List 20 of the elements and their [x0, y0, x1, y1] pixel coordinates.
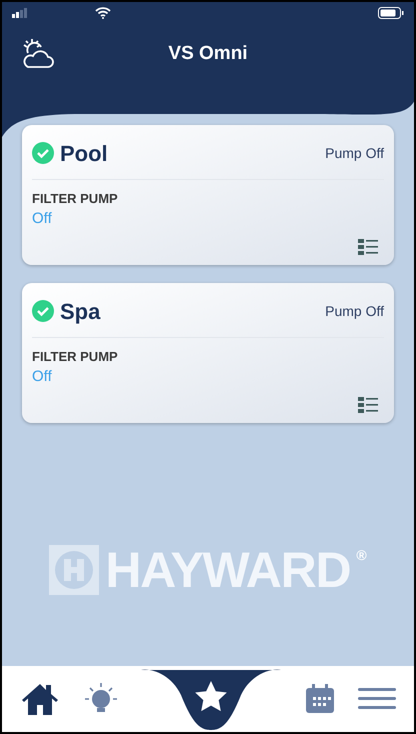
pump-status: Pump Off [325, 144, 384, 163]
brand-logo-icon [49, 545, 100, 595]
zone-name: Spa [60, 298, 100, 326]
wifi-icon [95, 7, 111, 19]
zone-name: Pool [60, 140, 108, 168]
list-icon[interactable] [358, 239, 378, 255]
signal-icon [12, 8, 28, 18]
list-icon[interactable] [358, 397, 378, 413]
zone-card[interactable]: Pool Pump Off FILTER PUMP Off [22, 125, 394, 265]
home-icon[interactable] [20, 681, 60, 717]
star-icon[interactable] [194, 680, 228, 712]
menu-icon[interactable] [358, 688, 396, 710]
equipment-label: FILTER PUMP [32, 350, 119, 363]
zone-card[interactable]: Spa Pump Off FILTER PUMP Off [22, 283, 394, 423]
pump-status: Pump Off [325, 302, 384, 321]
equipment-label: FILTER PUMP [32, 192, 119, 205]
screen-title: VS Omni [168, 42, 248, 66]
registered-mark: ® [356, 546, 367, 565]
battery-icon [378, 7, 404, 19]
calendar-icon[interactable] [304, 684, 334, 714]
